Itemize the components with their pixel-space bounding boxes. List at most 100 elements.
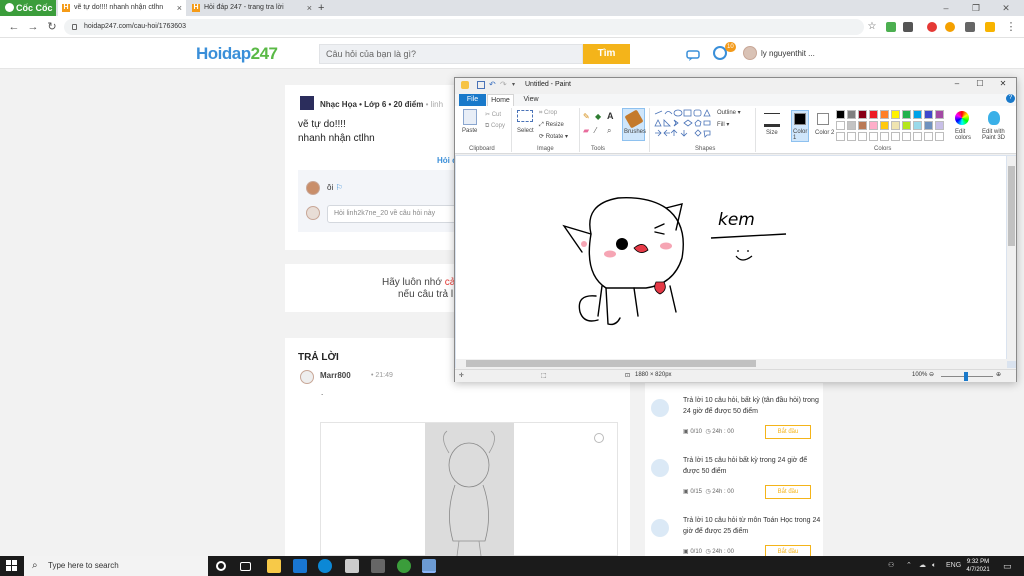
palette-swatch[interactable] [836, 121, 845, 130]
palette-swatch[interactable] [847, 110, 856, 119]
tray-chevron-icon[interactable]: ⌃ [906, 556, 912, 576]
site-logo[interactable]: Hoidap247 [196, 44, 278, 64]
site-search-button[interactable]: Tìm [583, 44, 630, 64]
undo-icon[interactable]: ↶ [489, 81, 497, 89]
tab-question[interactable]: H vẽ tự do!!!! nhanh nhận ctlhn × [58, 0, 186, 16]
save-icon[interactable] [477, 81, 485, 89]
rotate-label[interactable]: ⟳ Rotate ▾ [539, 133, 568, 140]
maximize-button[interactable]: ❐ [962, 0, 990, 16]
size-icon[interactable] [764, 113, 780, 127]
custom-color-slot[interactable] [891, 132, 900, 141]
brushes-button[interactable]: Brushes [622, 108, 646, 141]
color2-label[interactable]: Color 2 [815, 130, 834, 136]
address-bar[interactable]: hoidap247.com/cau-hoi/1763603 [64, 19, 864, 35]
flag-icon[interactable]: ⚐ [335, 183, 342, 192]
people-icon[interactable]: ⚇ [888, 556, 894, 576]
edit-paint3d-label[interactable]: Edit with Paint 3D [982, 129, 1012, 141]
zoom-in-icon[interactable]: ⊕ [996, 371, 1001, 378]
select-icon[interactable] [517, 110, 533, 122]
minimize-button[interactable]: – [932, 0, 960, 16]
site-search-input[interactable]: Câu hỏi của bạn là gì? [319, 44, 583, 64]
paint-close-button[interactable]: ✕ [993, 79, 1013, 88]
file-explorer-icon[interactable] [267, 559, 281, 573]
help-icon[interactable]: ? [1006, 94, 1015, 103]
close-window-button[interactable]: ✕ [992, 0, 1020, 16]
extension-icon[interactable] [886, 22, 896, 32]
size-label[interactable]: Size [766, 130, 778, 136]
cortana-icon[interactable] [216, 561, 226, 571]
pencil-icon[interactable]: ✎ [583, 112, 590, 121]
extension-icon[interactable] [945, 22, 955, 32]
back-icon[interactable]: ← [7, 20, 21, 34]
palette-swatch[interactable] [891, 121, 900, 130]
menu-icon[interactable]: ⋮ [1004, 20, 1018, 34]
app-icon[interactable] [371, 559, 385, 573]
paint-taskbar-icon[interactable] [422, 559, 436, 573]
paint-tab-view[interactable]: View [519, 94, 543, 106]
redo-icon[interactable]: ↷ [500, 81, 508, 89]
select-label[interactable]: Select [517, 128, 534, 134]
chat-icon[interactable] [686, 50, 700, 61]
custom-color-slot[interactable] [902, 132, 911, 141]
new-tab-button[interactable]: + [318, 0, 324, 16]
answer-drawing-image[interactable] [425, 423, 514, 557]
notification-center-icon[interactable]: ▭ [1003, 556, 1012, 576]
reload-icon[interactable]: ↻ [45, 20, 59, 34]
scrollbar-thumb[interactable] [466, 360, 756, 367]
answer-username[interactable]: Marr800 [320, 371, 351, 380]
close-tab-icon[interactable]: × [177, 0, 182, 16]
shapes-gallery[interactable] [653, 109, 711, 141]
palette-swatch[interactable] [902, 121, 911, 130]
store-icon[interactable] [345, 559, 359, 573]
text-tool-icon[interactable]: A [607, 111, 614, 121]
language-indicator[interactable]: ENG [946, 556, 961, 576]
task-start-button[interactable]: Bắt đầu [765, 485, 811, 499]
copy-label[interactable]: ⧉ Copy [485, 123, 505, 130]
magnifier-icon[interactable]: ⌕ [607, 126, 611, 136]
palette-swatch[interactable] [924, 110, 933, 119]
custom-color-slot[interactable] [924, 132, 933, 141]
bookmark-star-icon[interactable]: ☆ [865, 20, 879, 34]
paint-maximize-button[interactable]: ☐ [970, 79, 990, 88]
username[interactable]: ly nguyenthit ... [761, 49, 815, 58]
paint-tab-home[interactable]: Home [487, 94, 514, 106]
outline-dropdown[interactable]: Outline ▾ [717, 109, 741, 116]
edge-icon[interactable] [318, 559, 332, 573]
forward-icon[interactable]: → [26, 20, 40, 34]
palette-swatch[interactable] [847, 121, 856, 130]
comment-input[interactable]: Hỏi linh2k7ne_20 về câu hỏi này [327, 205, 457, 223]
zoom-out-icon[interactable]: ⊖ [929, 371, 934, 378]
paste-label[interactable]: Paste [462, 128, 477, 134]
palette-swatch[interactable] [913, 121, 922, 130]
edit-colors-label[interactable]: Edit colors [955, 129, 975, 141]
coccoc-taskbar-icon[interactable] [397, 559, 411, 573]
tab-hoidap[interactable]: H Hỏi đáp 247 - trang tra lời × [188, 0, 316, 16]
palette-swatch[interactable] [935, 121, 944, 130]
custom-color-slot[interactable] [836, 132, 845, 141]
puzzle-icon[interactable] [965, 22, 975, 32]
crop-label[interactable]: ⌗ Crop [539, 110, 557, 117]
eraser-icon[interactable]: ▰ [583, 126, 589, 135]
palette-swatch[interactable] [880, 110, 889, 119]
paint-minimize-button[interactable]: – [947, 79, 967, 88]
paint-tab-file[interactable]: File [459, 94, 486, 106]
custom-color-slot[interactable] [858, 132, 867, 141]
paint3d-icon[interactable] [988, 111, 1000, 125]
custom-color-slot[interactable] [935, 132, 944, 141]
color-picker-icon[interactable]: ⁄ [595, 126, 596, 135]
palette-swatch[interactable] [869, 121, 878, 130]
custom-color-slot[interactable] [847, 132, 856, 141]
palette-swatch[interactable] [858, 110, 867, 119]
volume-icon[interactable]: 🔈︎ [932, 556, 936, 576]
task-start-button[interactable]: Bắt đầu [765, 425, 811, 439]
custom-color-slot[interactable] [880, 132, 889, 141]
palette-swatch[interactable] [858, 121, 867, 130]
onedrive-icon[interactable]: ☁ [919, 556, 926, 576]
scrollbar-thumb[interactable] [1008, 166, 1015, 246]
windows-start-icon[interactable] [6, 560, 18, 572]
fill-dropdown[interactable]: Fill ▾ [717, 121, 729, 128]
cut-label[interactable]: ✂ Cut [485, 111, 501, 118]
color2-swatch[interactable] [817, 113, 829, 125]
palette-swatch[interactable] [869, 110, 878, 119]
color1-button[interactable]: Color 1 [791, 110, 809, 142]
